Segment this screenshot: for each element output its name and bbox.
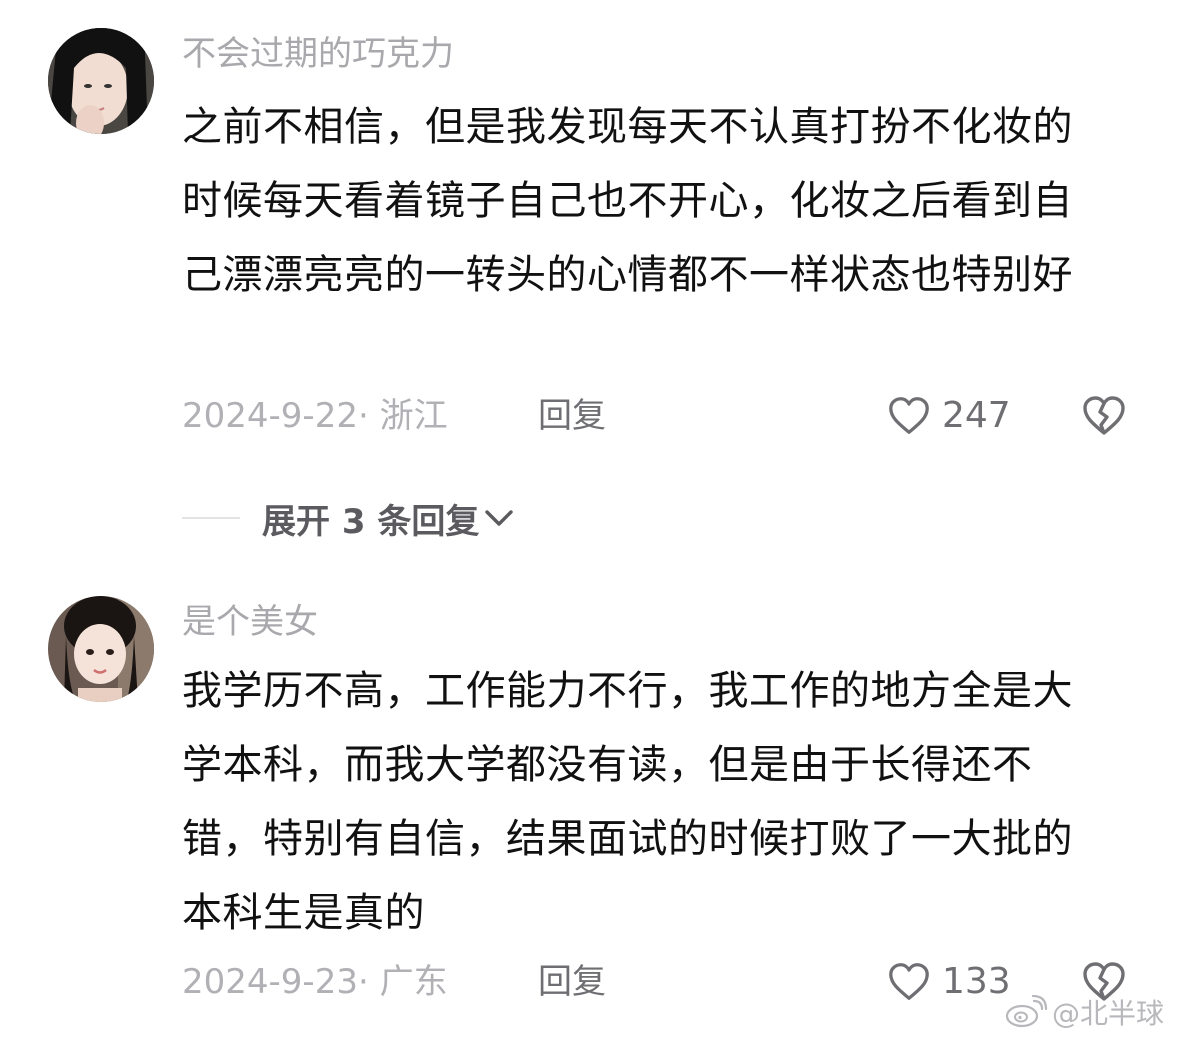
comment-meta: 2024-9-22· 浙江 [182,396,448,436]
divider [182,517,240,519]
like-button[interactable]: 247 [886,392,1011,440]
reply-button[interactable]: 回复 [538,962,606,1002]
avatar[interactable] [48,596,154,702]
like-button[interactable]: 133 [886,958,1011,1006]
heart-outline-icon [889,963,929,1000]
expand-replies-row: 展开 3 条回复 [182,494,517,543]
reply-button[interactable]: 回复 [538,396,606,436]
comment-text: 之前不相信，但是我发现每天不认真打扮不化妆的时候每天看着镜子自己也不开心，化妆之… [182,104,1073,298]
comment-text: 我学历不高，工作能力不行，我工作的地方全是大学本科，而我大学都没有读，但是由于长… [182,668,1073,936]
username[interactable]: 不会过期的巧克力 [182,34,454,74]
chevron-down-icon [485,510,514,526]
expand-replies-label: 展开 3 条回复 [262,501,480,542]
like-count: 247 [942,395,1011,436]
watermark-text: @北半球 [1052,997,1165,1030]
comment-meta: 2024-9-23· 广东 [182,962,448,1002]
watermark: @北半球 [1004,992,1164,1032]
like-count: 133 [942,961,1011,1002]
username[interactable]: 是个美女 [182,602,318,642]
avatar[interactable] [48,28,154,134]
heart-outline-icon [889,397,929,434]
expand-replies-button[interactable]: 展开 3 条回复 [262,494,517,543]
weibo-icon [1005,995,1048,1028]
broken-heart-icon[interactable] [1080,392,1128,440]
